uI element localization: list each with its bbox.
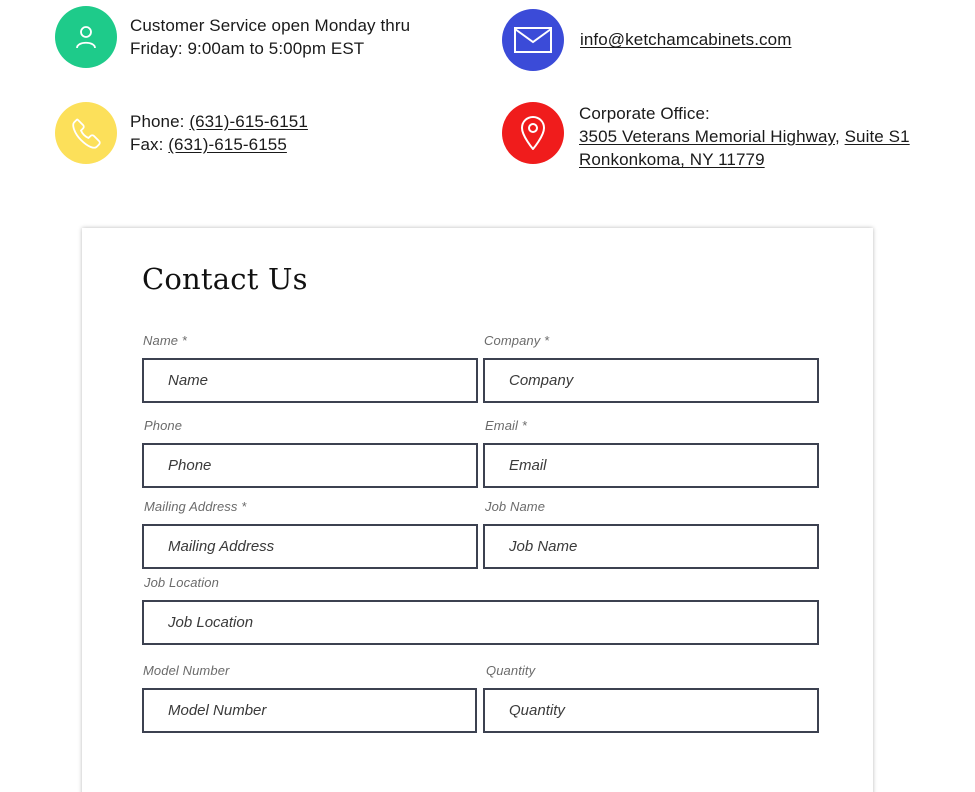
phone-circle [55,102,117,164]
hours-circle [55,6,117,68]
phone-text: Phone: (631)-615-6151 Fax: (631)-615-615… [130,110,308,156]
email-text: info@ketchamcabinets.com [580,28,791,51]
model-number-label: Model Number [143,663,230,678]
contact-page: Customer Service open Monday thru Friday… [0,0,975,792]
hours-info: Customer Service open Monday thru Friday… [55,6,410,68]
email-input[interactable] [483,443,819,488]
envelope-icon [514,27,552,53]
hours-line-2: Friday: 9:00am to 5:00pm EST [130,39,365,58]
quantity-input[interactable] [483,688,819,733]
phone-icon [72,118,101,149]
company-input[interactable] [483,358,819,403]
email-circle[interactable] [502,9,564,71]
phone-number-link[interactable]: (631)-615-6151 [189,112,308,131]
person-icon [76,26,96,49]
email-info: info@ketchamcabinets.com [502,9,791,71]
office-circle [502,102,564,164]
mailing-address-input[interactable] [142,524,478,569]
office-info: Corporate Office: 3505 Veterans Memorial… [502,102,910,171]
job-location-input[interactable] [142,600,819,645]
email-field-label: Email * [485,418,527,433]
fax-number-link[interactable]: (631)-615-6155 [168,135,287,154]
quantity-label: Quantity [486,663,536,678]
name-input[interactable] [142,358,478,403]
phone-field-label: Phone [144,418,183,433]
phone-input[interactable] [142,443,478,488]
location-pin-icon [521,116,545,150]
office-title: Corporate Office: [579,104,710,123]
hours-line-1: Customer Service open Monday thru [130,16,411,35]
company-label: Company * [484,333,550,348]
fax-line: Fax: (631)-615-6155 [130,133,308,156]
phone-info: Phone: (631)-615-6151 Fax: (631)-615-615… [55,102,308,164]
job-location-label: Job Location [144,575,219,590]
contact-form-card: Contact Us Name * Company * Phone Email … [82,228,873,792]
office-street-link[interactable]: 3505 Veterans Memorial Highway [579,127,835,146]
email-link[interactable]: info@ketchamcabinets.com [580,30,791,49]
mailing-address-label: Mailing Address * [144,499,247,514]
model-number-input[interactable] [142,688,477,733]
office-text: Corporate Office: 3505 Veterans Memorial… [579,102,910,171]
fax-label: Fax: [130,135,169,154]
office-city-line: Ronkonkoma, NY 11779 [579,148,910,171]
form-title: Contact Us [142,262,308,296]
hours-text: Customer Service open Monday thru Friday… [130,14,410,60]
office-separator: , [834,127,845,146]
office-street-line: 3505 Veterans Memorial Highway, Suite S1 [579,125,910,148]
office-suite-link[interactable]: Suite S1 [845,127,910,146]
job-name-label: Job Name [485,499,546,514]
phone-label: Phone: [130,112,190,131]
job-name-input[interactable] [483,524,819,569]
office-city-link[interactable]: Ronkonkoma, NY 11779 [579,150,765,169]
name-label: Name * [143,333,187,348]
phone-line: Phone: (631)-615-6151 [130,110,308,133]
